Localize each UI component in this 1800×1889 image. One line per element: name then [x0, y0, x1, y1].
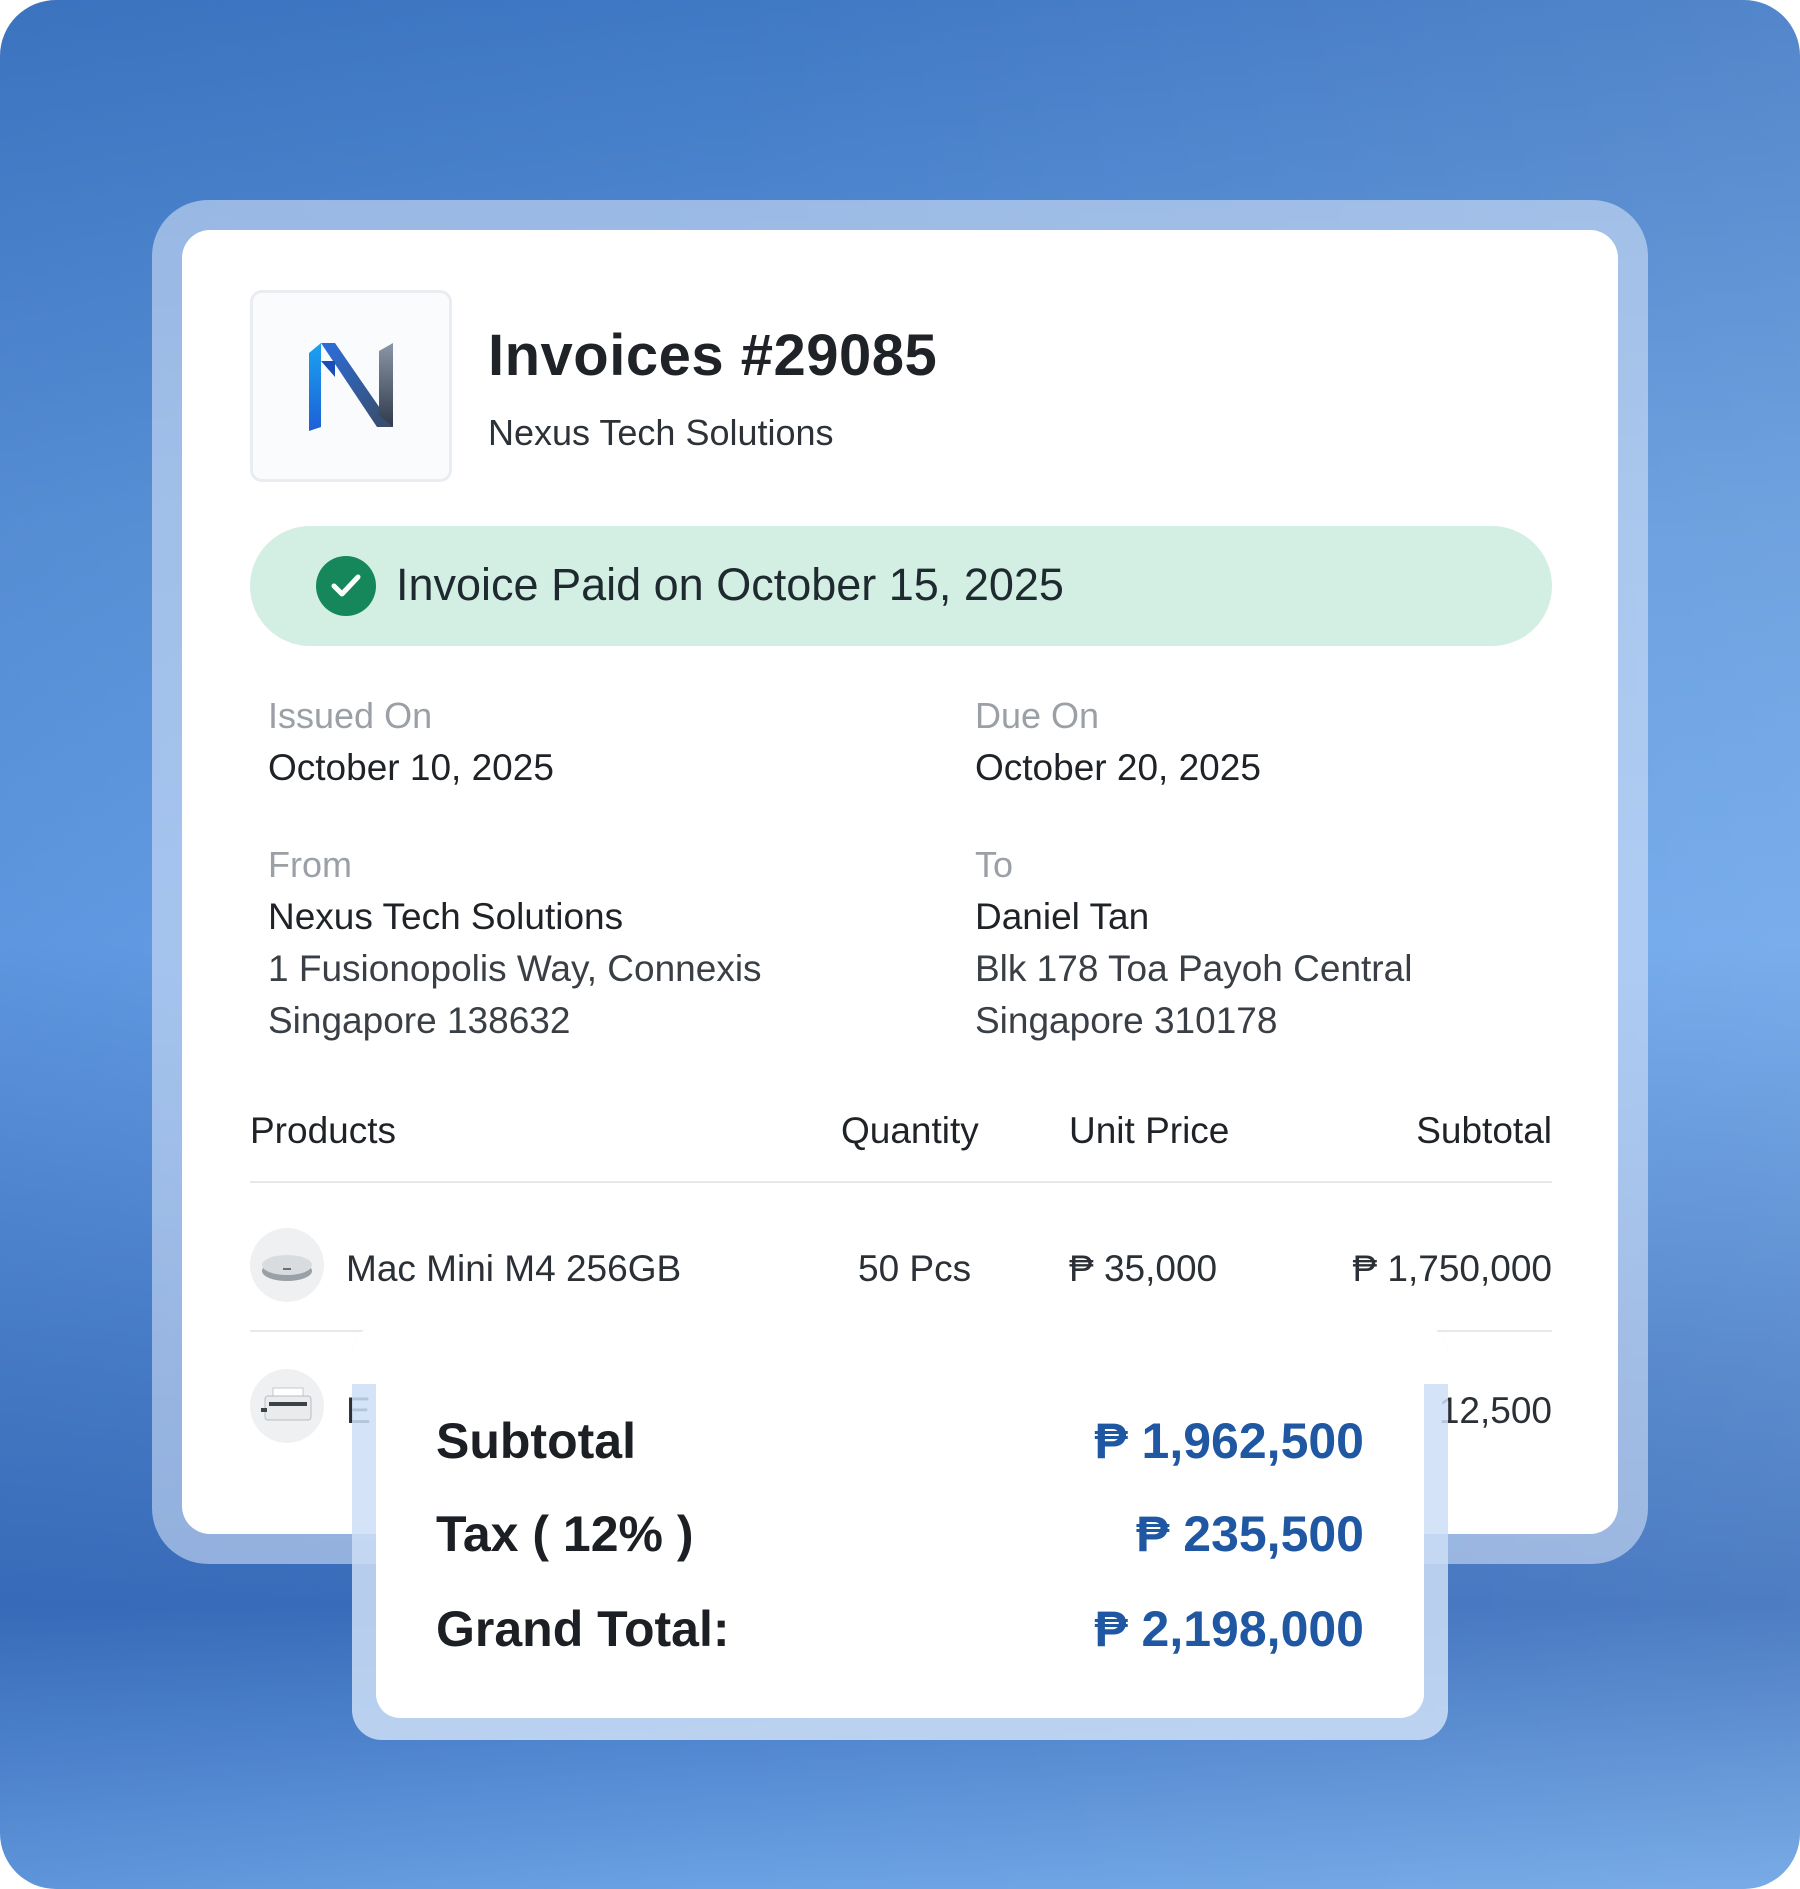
paid-status-text: Invoice Paid on October 15, 2025 [396, 559, 1064, 610]
tax-label: Tax ( 12% ) [436, 1506, 694, 1562]
header-unit-price: Unit Price [1069, 1110, 1230, 1151]
header-products: Products [250, 1110, 397, 1151]
invoice-title: Invoices #29085 [488, 323, 938, 388]
tax-value: ₱ 235,500 [1136, 1506, 1364, 1562]
product-unit-price: ₱ 35,000 [1069, 1248, 1218, 1289]
issued-on-label: Issued On [268, 695, 433, 736]
product-quantity: 50 Pcs [858, 1248, 972, 1289]
subtotal-label: Subtotal [436, 1413, 636, 1469]
subtotal-value: ₱ 1,962,500 [1094, 1413, 1364, 1469]
grand-total-value: ₱ 2,198,000 [1094, 1601, 1364, 1657]
to-name: Daniel Tan [975, 896, 1150, 937]
from-label: From [268, 844, 352, 885]
printer-icon [250, 1369, 324, 1443]
company-name: Nexus Tech Solutions [488, 412, 834, 453]
header-subtotal: Subtotal [1416, 1110, 1552, 1151]
header-quantity: Quantity [841, 1110, 979, 1151]
due-on-date: October 20, 2025 [975, 747, 1261, 788]
header-divider [250, 1181, 1552, 1183]
issued-on-date: October 10, 2025 [268, 747, 554, 788]
paid-status-banner: Invoice Paid on October 15, 2025 [250, 526, 1552, 646]
from-address-line2: Singapore 138632 [268, 1000, 571, 1041]
due-on-label: Due On [975, 695, 1100, 736]
product-subtotal: ₱ 1,750,000 [1352, 1248, 1552, 1289]
to-address-line1: Blk 178 Toa Payoh Central [975, 948, 1413, 989]
from-name: Nexus Tech Solutions [268, 896, 624, 937]
to-label: To [975, 844, 1014, 885]
mac-mini-icon [250, 1228, 324, 1302]
to-address-line2: Singapore 310178 [975, 1000, 1278, 1041]
nexus-logo-icon [309, 343, 393, 431]
company-logo [250, 290, 452, 482]
check-circle-icon [316, 556, 376, 616]
product-name: Mac Mini M4 256GB [346, 1248, 682, 1289]
from-address-line1: 1 Fusionopolis Way, Connexis [268, 948, 762, 989]
product-subtotal: 12,500 [1438, 1390, 1552, 1431]
grand-total-label: Grand Total: [436, 1601, 730, 1657]
